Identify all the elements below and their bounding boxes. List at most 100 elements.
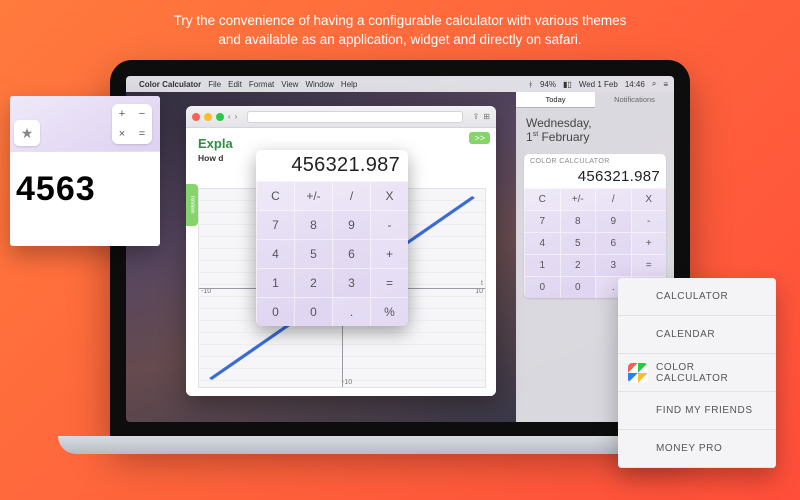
calc-key-0[interactable]: 0 [256, 297, 294, 326]
window-zoom-button[interactable] [216, 113, 224, 121]
picker-label: CALCULATOR [656, 291, 728, 302]
zoom-display: 4563 [10, 152, 160, 209]
calc-key-8[interactable]: 8 [294, 210, 332, 239]
picker-item-calculator[interactable]: CALCULATOR [618, 278, 776, 316]
nc-tabs[interactable]: Today Notifications [516, 92, 674, 108]
safari-address-bar[interactable] [247, 111, 462, 123]
calc-display: 456321.987 [524, 165, 666, 188]
calc-key-0[interactable]: 0 [294, 297, 332, 326]
battery-icon[interactable]: ▮▯ [563, 80, 572, 89]
calc-key-4[interactable]: 4 [256, 239, 294, 268]
calc-key-6[interactable]: 6 [595, 232, 631, 254]
calc-key--[interactable]: - [370, 210, 408, 239]
calc-key-7[interactable]: 7 [524, 210, 560, 232]
window-close-button[interactable] [192, 113, 200, 121]
calc-key-%[interactable]: % [370, 297, 408, 326]
menubar-item-format[interactable]: Format [249, 80, 274, 89]
calc-keypad[interactable]: C+/-/X 789- 456+123= 00.% [256, 181, 408, 326]
safari-back-icon[interactable]: ‹ [228, 112, 231, 121]
laptop-frame: Color Calculator File Edit Format View W… [110, 60, 690, 440]
marketing-tagline: Try the convenience of having a configur… [0, 12, 800, 50]
calc-key-8[interactable]: 8 [560, 210, 596, 232]
widget-icon [628, 401, 648, 421]
calc-key-5[interactable]: 5 [294, 239, 332, 268]
nc-widget-color-calculator[interactable]: COLOR CALCULATOR 456321.987 C+/-/X 789- 45… [524, 154, 666, 298]
calc-key-X[interactable]: X [631, 188, 667, 210]
safari-extension-calculator[interactable]: 456321.987 C+/-/X 789- 456+123= 00.% [256, 150, 408, 326]
calc-key-C[interactable]: C [256, 181, 294, 210]
calc-key-9[interactable]: 9 [595, 210, 631, 232]
laptop-screen: Color Calculator File Edit Format View W… [126, 76, 674, 422]
calc-key-6[interactable]: 6 [332, 239, 370, 268]
nc-tab-today[interactable]: Today [516, 92, 595, 108]
safari-share-icon[interactable]: ⇪ [473, 112, 480, 121]
calc-key--[interactable]: - [631, 210, 667, 232]
safari-page: >> Expla How d = 8 to t = 9? review t -1… [186, 128, 496, 396]
menubar-item-help[interactable]: Help [341, 80, 357, 89]
menubar-item-edit[interactable]: Edit [228, 80, 242, 89]
calc-key-3[interactable]: 3 [595, 254, 631, 276]
widget-icon [628, 287, 648, 307]
calc-key-4[interactable]: 4 [524, 232, 560, 254]
calc-key-/[interactable]: / [332, 181, 370, 210]
operations-icon: + − × = [112, 104, 152, 144]
calc-display: 456321.987 [256, 150, 408, 181]
menubar-item-window[interactable]: Window [305, 80, 333, 89]
macos-menubar[interactable]: Color Calculator File Edit Format View W… [126, 76, 674, 92]
tagline-line-2: and available as an application, widget … [218, 32, 581, 47]
calc-key-5[interactable]: 5 [560, 232, 596, 254]
calc-key-/[interactable]: / [595, 188, 631, 210]
star-icon: ★ [21, 125, 34, 142]
spotlight-icon[interactable]: ⌕ [652, 79, 656, 89]
safari-forward-icon[interactable]: › [235, 112, 238, 121]
menubar-item-view[interactable]: View [281, 80, 298, 89]
page-ribbon[interactable]: review [186, 184, 198, 226]
calc-key-=[interactable]: = [631, 254, 667, 276]
y-tick: -10 [342, 379, 352, 386]
nc-widget-title: COLOR CALCULATOR [524, 154, 666, 165]
calc-key-+[interactable]: + [370, 239, 408, 268]
x-tick: 10 [475, 288, 483, 295]
safari-window[interactable]: ‹ › ⇪ ⊞ >> Expla How d = 8 to t = 9? rev… [186, 106, 496, 396]
calc-key-9[interactable]: 9 [332, 210, 370, 239]
picker-label: COLOR CALCULATOR [656, 362, 766, 384]
calc-key-0[interactable]: 0 [560, 276, 596, 298]
calc-key-+/-[interactable]: +/- [294, 181, 332, 210]
calc-key-C[interactable]: C [524, 188, 560, 210]
calc-key-3[interactable]: 3 [332, 268, 370, 297]
menubar-item-file[interactable]: File [208, 80, 221, 89]
favorite-button[interactable]: ★ [14, 120, 40, 146]
nc-tab-notifications[interactable]: Notifications [595, 92, 674, 108]
calc-key-1[interactable]: 1 [524, 254, 560, 276]
calc-key-+/-[interactable]: +/- [560, 188, 596, 210]
calc-key-2[interactable]: 2 [560, 254, 596, 276]
picker-item-find-my-friends[interactable]: FIND MY FRIENDS [618, 392, 776, 430]
menubar-date: Wed 1 Feb [579, 80, 618, 89]
calc-key-+[interactable]: + [631, 232, 667, 254]
tagline-line-1: Try the convenience of having a configur… [174, 13, 627, 28]
menubar-app-name[interactable]: Color Calculator [139, 80, 201, 89]
notification-center-icon[interactable]: ≡ [663, 80, 668, 89]
page-go-button[interactable]: >> [469, 132, 490, 144]
calc-key-1[interactable]: 1 [256, 268, 294, 297]
calc-key-0[interactable]: 0 [524, 276, 560, 298]
battery-percent: 94% [540, 80, 556, 89]
picker-item-calendar[interactable]: CALENDAR [618, 316, 776, 354]
window-minimize-button[interactable] [204, 113, 212, 121]
nc-date: Wednesday, 1st February [516, 108, 674, 150]
calc-key-=[interactable]: = [370, 268, 408, 297]
calc-key-X[interactable]: X [370, 181, 408, 210]
widget-picker[interactable]: CALCULATOR CALENDAR COLOR CALCULATOR FIN… [618, 278, 776, 468]
calc-key-.[interactable]: . [332, 297, 370, 326]
zoom-inset: ★ + − × = 4563 [10, 96, 160, 246]
calc-key-7[interactable]: 7 [256, 210, 294, 239]
safari-tabs-icon[interactable]: ⊞ [483, 112, 490, 121]
picker-label: CALENDAR [656, 329, 715, 340]
picker-item-color-calculator[interactable]: COLOR CALCULATOR [618, 354, 776, 392]
picker-label: MONEY PRO [656, 443, 722, 454]
calc-key-2[interactable]: 2 [294, 268, 332, 297]
safari-toolbar[interactable]: ‹ › ⇪ ⊞ [186, 106, 496, 128]
bluetooth-icon[interactable]: ᚼ [528, 80, 533, 89]
widget-icon [628, 325, 648, 345]
picker-item-money-pro[interactable]: MONEY PRO [618, 430, 776, 468]
